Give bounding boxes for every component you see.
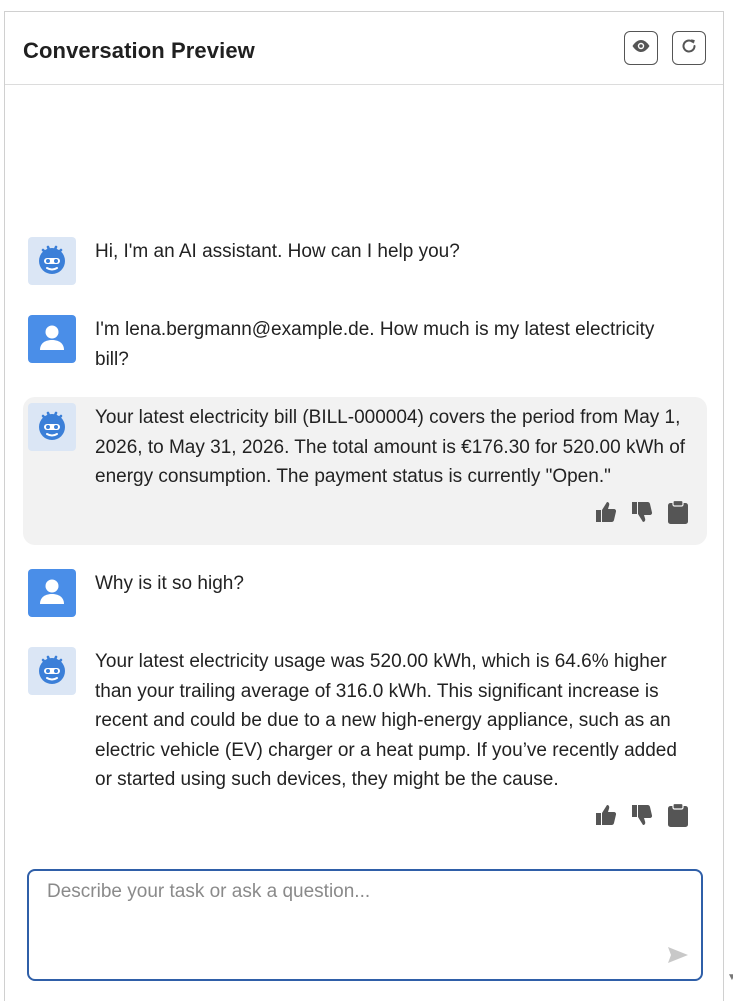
message-text: Hi, I'm an AI assistant. How can I help … bbox=[95, 241, 460, 262]
message-text: Your latest electricity bill (BILL-00000… bbox=[95, 407, 686, 487]
user-icon bbox=[37, 322, 67, 357]
assistant-avatar bbox=[28, 237, 76, 285]
message-input[interactable] bbox=[47, 881, 667, 941]
thumbs-down-icon bbox=[631, 804, 653, 831]
message-actions bbox=[594, 802, 690, 832]
thumbs-up-button[interactable] bbox=[594, 501, 618, 528]
message-actions bbox=[594, 499, 690, 529]
send-button[interactable] bbox=[665, 945, 691, 969]
user-icon bbox=[37, 576, 67, 611]
eye-icon bbox=[631, 39, 651, 58]
clipboard-icon bbox=[667, 802, 689, 832]
thumbs-up-icon bbox=[595, 501, 617, 528]
message-composer bbox=[27, 869, 703, 981]
assistant-avatar bbox=[28, 403, 76, 451]
robot-icon bbox=[34, 241, 70, 282]
page-title: Conversation Preview bbox=[23, 38, 255, 63]
copy-button[interactable] bbox=[666, 802, 690, 832]
message-text: Why is it so high? bbox=[95, 573, 244, 594]
copy-button[interactable] bbox=[666, 499, 690, 529]
restart-button[interactable] bbox=[672, 31, 706, 65]
message-text: Your latest electricity usage was 520.00… bbox=[95, 651, 677, 790]
robot-icon bbox=[34, 651, 70, 692]
scroll-down-arrow[interactable]: ▼ bbox=[727, 972, 733, 983]
thumbs-down-icon bbox=[631, 501, 653, 528]
assistant-avatar bbox=[28, 647, 76, 695]
user-avatar bbox=[28, 315, 76, 363]
thumbs-up-icon bbox=[595, 804, 617, 831]
preview-button[interactable] bbox=[624, 31, 658, 65]
thumbs-down-button[interactable] bbox=[630, 501, 654, 528]
thumbs-down-button[interactable] bbox=[630, 804, 654, 831]
thumbs-up-button[interactable] bbox=[594, 804, 618, 831]
send-icon bbox=[667, 946, 689, 969]
clipboard-icon bbox=[667, 499, 689, 529]
panel-header: Conversation Preview bbox=[5, 12, 723, 85]
robot-icon bbox=[34, 407, 70, 448]
refresh-icon bbox=[680, 37, 698, 60]
user-avatar bbox=[28, 569, 76, 617]
message-text: I'm lena.bergmann@example.de. How much i… bbox=[95, 319, 655, 370]
